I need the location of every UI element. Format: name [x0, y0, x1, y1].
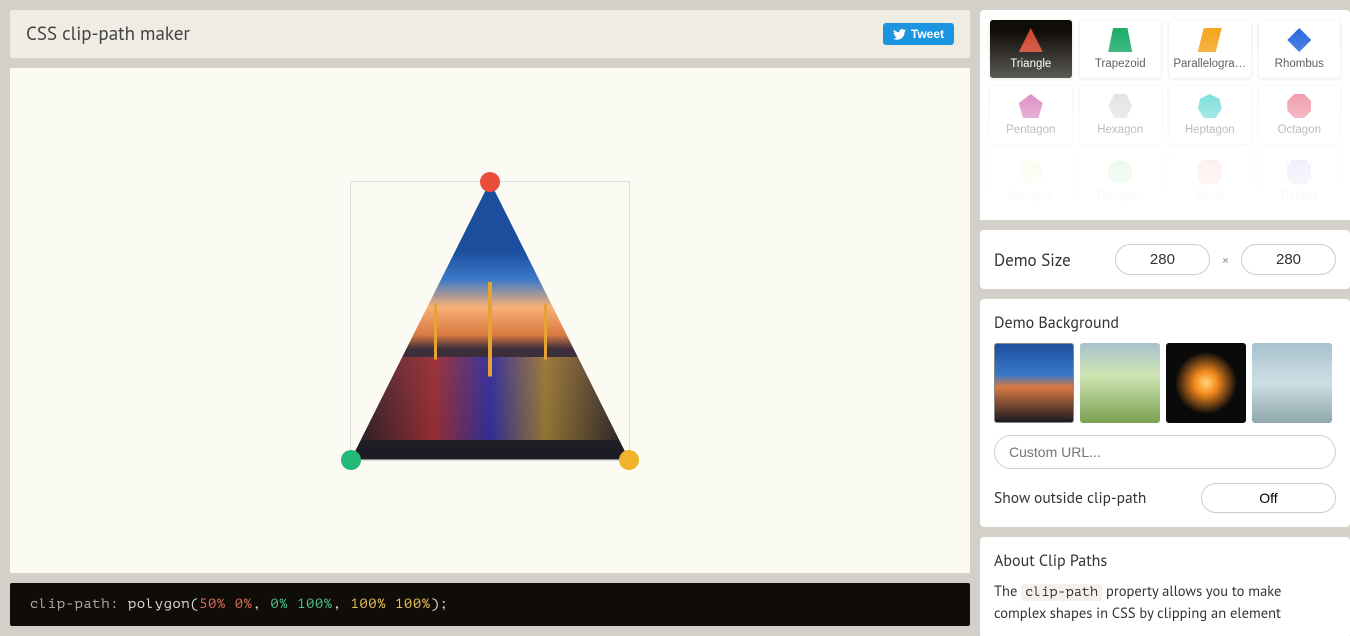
parallelogra-icon [1196, 26, 1224, 54]
trapezoid-icon [1106, 26, 1134, 54]
shape-label: Bevel [1195, 190, 1224, 202]
demo-background-panel: Demo Background Show outside clip-path O… [980, 299, 1350, 527]
app-title: CSS clip-path maker [26, 22, 190, 46]
shape-trapezoid[interactable]: Trapezoid [1080, 20, 1162, 78]
shape-label: Pentagon [1006, 124, 1055, 136]
twitter-icon [893, 29, 906, 40]
demo-height-input[interactable] [1241, 244, 1336, 275]
rabbet-icon [1285, 158, 1313, 186]
shape-label: Hexagon [1097, 124, 1143, 136]
shapes-panel: Triangle Trapezoid Parallelogra… Rhombus Pen… [980, 10, 1350, 220]
bg-thumb-landscape[interactable] [1080, 343, 1160, 423]
shape-label: Triangle [1010, 58, 1051, 70]
app-header: CSS clip-path maker Tweet [10, 10, 970, 58]
shape-bevel[interactable]: Bevel [1169, 152, 1251, 210]
custom-url-input[interactable] [994, 435, 1336, 469]
shape-label: Trapezoid [1095, 58, 1146, 70]
shape-triangle[interactable]: Triangle [990, 20, 1072, 78]
demo-width-input[interactable] [1115, 244, 1210, 275]
bg-thumb-sparkler[interactable] [1166, 343, 1246, 423]
triangle-icon [1017, 26, 1045, 54]
show-outside-toggle[interactable]: Off [1201, 483, 1336, 513]
shape-rhombus[interactable]: Rhombus [1259, 20, 1341, 78]
about-text: The clip-path property allows you to mak… [994, 581, 1336, 624]
shape-label: Rabbet [1281, 190, 1318, 202]
shape-label: Octagon [1278, 124, 1321, 136]
hexagon-icon [1106, 92, 1134, 120]
code-output[interactable]: clip-path: polygon(50% 0%, 0% 100%, 100%… [10, 583, 970, 626]
shape-decagon[interactable]: Decagon [1080, 152, 1162, 210]
shape-nonagon[interactable]: Nonagon [990, 152, 1072, 210]
shape-hexagon[interactable]: Hexagon [1080, 86, 1162, 144]
pentagon-icon [1017, 92, 1045, 120]
shape-label: Decagon [1097, 190, 1143, 202]
demo-size-panel: Demo Size × [980, 230, 1350, 289]
nonagon-icon [1017, 158, 1045, 186]
about-panel: About Clip Paths The clip-path property … [980, 537, 1350, 636]
clip-handle-3[interactable] [619, 450, 639, 470]
code-literal: clip-path [1021, 584, 1102, 601]
shape-label: Rhombus [1275, 58, 1324, 70]
shape-label: Heptagon [1185, 124, 1235, 136]
tweet-button[interactable]: Tweet [883, 23, 954, 45]
clip-handle-2[interactable] [341, 450, 361, 470]
demo-stage [10, 68, 970, 573]
bg-thumb-bridge[interactable] [994, 343, 1074, 423]
demo-size-label: Demo Size [994, 249, 1103, 271]
bg-thumb-ocean[interactable] [1252, 343, 1332, 423]
heptagon-icon [1196, 92, 1224, 120]
shape-octagon[interactable]: Octagon [1259, 86, 1341, 144]
shape-heptagon[interactable]: Heptagon [1169, 86, 1251, 144]
rhombus-icon [1285, 26, 1313, 54]
octagon-icon [1285, 92, 1313, 120]
decagon-icon [1106, 158, 1134, 186]
shape-label: Parallelogra… [1173, 58, 1246, 70]
clip-handle-1[interactable] [480, 172, 500, 192]
about-heading: About Clip Paths [994, 551, 1336, 571]
show-outside-label: Show outside clip-path [994, 488, 1146, 508]
shape-rabbet[interactable]: Rabbet [1259, 152, 1341, 210]
shape-parallelogra[interactable]: Parallelogra… [1169, 20, 1251, 78]
demo-image [351, 182, 629, 460]
bevel-icon [1196, 158, 1224, 186]
shape-label: Nonagon [1007, 190, 1054, 202]
demo-box[interactable] [350, 181, 630, 461]
demo-background-label: Demo Background [994, 313, 1336, 333]
size-separator: × [1222, 251, 1229, 269]
shape-pentagon[interactable]: Pentagon [990, 86, 1072, 144]
